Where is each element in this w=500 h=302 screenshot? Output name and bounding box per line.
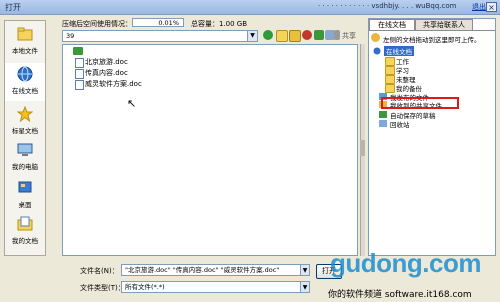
folder-icon xyxy=(385,75,395,84)
delete-icon[interactable] xyxy=(302,30,312,40)
star-icon xyxy=(16,105,34,123)
places-bar: 本地文件 在线文档 标星文档 我的电脑 桌面 我的文档 xyxy=(4,20,46,256)
place-label: 标星文档 xyxy=(12,127,38,135)
file-name: 威灵软件方案.doc xyxy=(85,80,142,88)
place-starred-docs[interactable]: 标星文档 xyxy=(5,103,45,141)
annotation-highlight-box xyxy=(381,97,459,109)
computer-icon xyxy=(17,142,33,158)
tools-icon[interactable] xyxy=(334,30,340,40)
logout-link[interactable]: 退出 xyxy=(472,2,486,12)
tree-node-label: 在线文档 xyxy=(384,46,414,56)
place-online-docs[interactable]: 在线文档 xyxy=(5,63,45,101)
globe-icon xyxy=(17,66,33,82)
mouse-cursor-icon: ↖ xyxy=(127,97,137,110)
filename-label: 文件名(N)： xyxy=(80,267,119,275)
path-value: 39 xyxy=(66,32,75,40)
filename-input[interactable]: "北京旅游.doc" "传真内容.doc" "威灵软件方案.doc" xyxy=(121,264,309,276)
place-label: 我的电脑 xyxy=(12,163,38,171)
place-label: 在线文档 xyxy=(12,87,38,95)
window-title: 打开 xyxy=(5,3,21,12)
chevron-down-icon[interactable]: ▼ xyxy=(300,281,310,293)
place-label: 本地文件 xyxy=(12,47,38,55)
online-docs-panel: 在线文档 共享给联系人 左侧的文档拖动到这里即可上传。 在线文档 工作 学习 未… xyxy=(368,18,496,256)
place-desktop[interactable]: 桌面 xyxy=(5,177,45,215)
doc-file-icon xyxy=(75,69,84,79)
filetype-select[interactable]: 所有文件(*.*) xyxy=(121,281,309,293)
quota-progress-bar: 0.01% xyxy=(132,18,184,27)
file-name: 传真内容.doc xyxy=(85,69,128,77)
upload-hint: 左侧的文档拖动到这里即可上传。 xyxy=(371,33,493,44)
desktop-icon xyxy=(17,180,33,196)
user-account-label: · · · · · · · · · · · · vsdhbjy. . . . w… xyxy=(318,2,457,10)
place-my-documents[interactable]: 我的文档 xyxy=(5,213,45,251)
chevron-down-icon[interactable]: ▼ xyxy=(300,264,310,276)
place-label: 桌面 xyxy=(18,201,32,209)
place-my-computer[interactable]: 我的电脑 xyxy=(5,139,45,177)
watermark-logo: gudong.com xyxy=(330,248,481,278)
folder-icon xyxy=(17,26,33,42)
documents-icon xyxy=(17,216,33,232)
place-label: 我的文档 xyxy=(12,237,38,245)
info-icon xyxy=(371,33,380,42)
splitter-grip-handle[interactable] xyxy=(360,140,365,156)
doc-file-icon xyxy=(75,58,84,68)
place-local-files[interactable]: 本地文件 xyxy=(5,23,45,61)
folder-icon xyxy=(385,66,395,75)
path-combobox[interactable]: 39 ▼ xyxy=(62,30,258,42)
file-list-pane[interactable]: 北京旅游.doc 传真内容.doc 威灵软件方案.doc ↖ xyxy=(62,44,358,256)
draft-icon xyxy=(379,111,387,118)
doc-file-icon xyxy=(75,80,84,90)
file-name: 北京旅游.doc xyxy=(85,58,128,66)
refresh-icon[interactable] xyxy=(314,30,324,40)
folder-icon xyxy=(385,57,395,66)
recycle-icon xyxy=(379,120,387,127)
total-capacity-label: 总容量：1.00 GB xyxy=(191,20,248,28)
parent-folder-icon[interactable] xyxy=(73,47,83,55)
filetype-label: 文件类型(T)： xyxy=(80,284,125,292)
upload-hint-text: 左侧的文档拖动到这里即可上传。 xyxy=(383,36,481,44)
chevron-down-icon[interactable]: ▼ xyxy=(247,31,257,41)
watermark-caption: 你的软件频道 software.it168.com xyxy=(328,290,472,300)
new-folder-icon[interactable] xyxy=(289,30,301,42)
tree-node-label: 回收站 xyxy=(390,121,410,129)
up-folder-icon[interactable] xyxy=(276,30,288,42)
close-button[interactable]: × xyxy=(486,2,497,12)
share-button[interactable]: 共享 xyxy=(342,31,356,41)
globe-icon xyxy=(373,47,381,55)
back-icon[interactable] xyxy=(263,30,273,40)
quota-label: 压缩后空间使用情况： xyxy=(62,20,132,28)
